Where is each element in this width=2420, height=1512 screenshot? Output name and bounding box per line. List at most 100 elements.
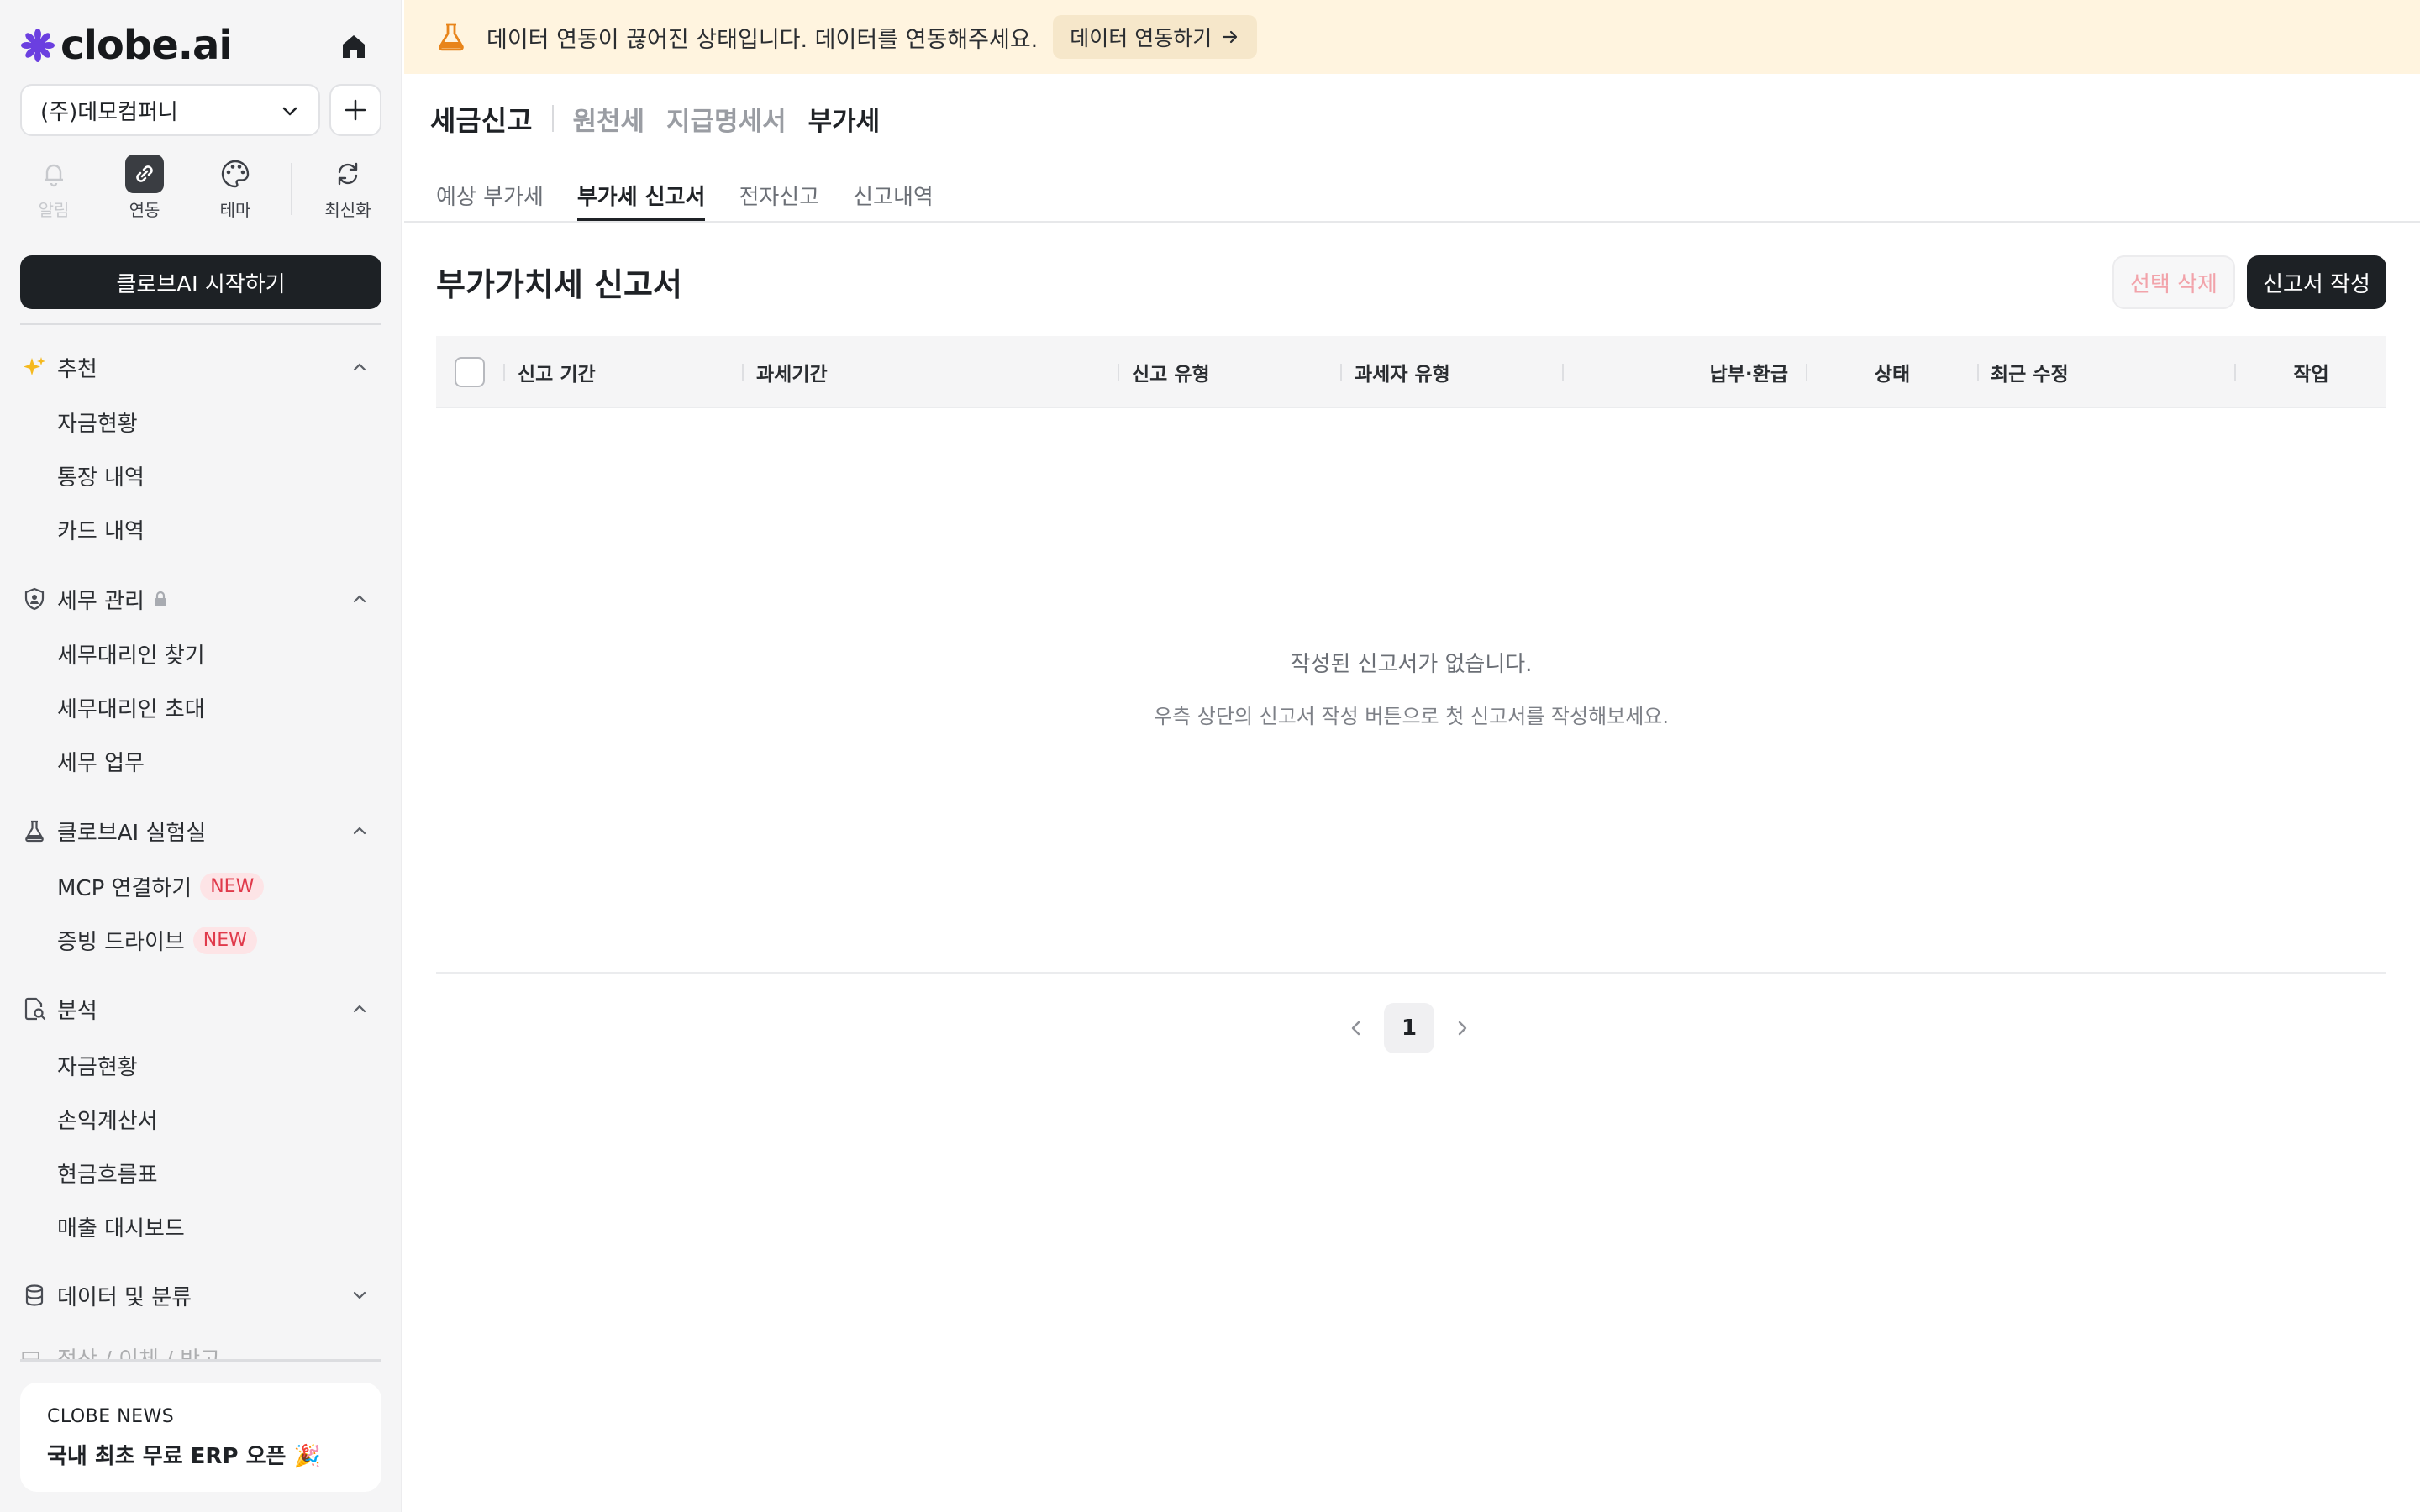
column-status[interactable]: 상태 bbox=[1807, 336, 1977, 408]
column-divider bbox=[1977, 364, 1979, 381]
quick-actions: 알림 연동 테마 최신화 bbox=[20, 155, 381, 222]
column-last-modified[interactable]: 최근 수정 bbox=[1991, 336, 2069, 408]
main-content: 데이터 연동이 끊어진 상태입니다. 데이터를 연동해주세요. 데이터 연동하기… bbox=[404, 0, 2420, 1512]
column-payment-refund[interactable]: 납부·환급 bbox=[1565, 336, 1788, 408]
chevron-up-icon bbox=[353, 1005, 366, 1013]
sidebar-divider bbox=[20, 1359, 381, 1362]
quick-refresh[interactable]: 최신화 bbox=[314, 155, 381, 221]
section-analysis[interactable]: 분석 bbox=[20, 988, 381, 1030]
nav-item-fund-status[interactable]: 자금현황 bbox=[57, 401, 138, 443]
column-filing-type[interactable]: 신고 유형 bbox=[1132, 336, 1210, 408]
news-title: 국내 최초 무료 ERP 오픈 🎉 bbox=[47, 1444, 321, 1469]
tab-filing-history[interactable]: 신고내역 bbox=[853, 165, 934, 222]
refresh-icon bbox=[329, 155, 367, 193]
quick-label: 연동 bbox=[129, 200, 160, 220]
breadcrumb: 세금신고 원천세 지급명세서 부가세 bbox=[430, 97, 902, 139]
empty-state: 작성된 신고서가 없습니다. 우측 상단의 신고서 작성 버튼으로 첫 신고서를… bbox=[436, 647, 2386, 729]
delete-selected-button[interactable]: 선택 삭제 bbox=[2112, 255, 2235, 309]
link-icon bbox=[125, 155, 164, 193]
chevron-right-icon[interactable] bbox=[1449, 1016, 1475, 1041]
nav-item-card-history[interactable]: 카드 내역 bbox=[57, 508, 145, 550]
tab-bar: 예상 부가세 부가세 신고서 전자신고 신고내역 bbox=[436, 165, 967, 222]
breadcrumb-root[interactable]: 세금신고 bbox=[430, 98, 532, 139]
quick-label: 알림 bbox=[38, 200, 70, 220]
flask-icon bbox=[20, 816, 49, 845]
palette-icon bbox=[216, 155, 255, 193]
tab-e-filing[interactable]: 전자신고 bbox=[739, 165, 819, 222]
breadcrumb-payment-statement[interactable]: 지급명세서 bbox=[666, 100, 786, 138]
sidebar-divider bbox=[20, 323, 381, 325]
section-recommend[interactable]: 추천 bbox=[20, 346, 381, 388]
breadcrumb-withholding-tax[interactable]: 원천세 bbox=[572, 100, 644, 138]
transfer-icon: ▭ bbox=[20, 1342, 41, 1359]
chevron-up-icon bbox=[353, 363, 366, 371]
column-taxpayer-type[interactable]: 과세자 유형 bbox=[1355, 336, 1450, 408]
nav-item-label: 증빙 드라이브 bbox=[57, 929, 185, 955]
section-title: 분석 bbox=[57, 998, 97, 1024]
quick-theme[interactable]: 테마 bbox=[202, 155, 269, 221]
add-company-button[interactable] bbox=[329, 84, 381, 136]
nav-item-faded[interactable]: ▭ 정산 / 이체 / 반고 bbox=[20, 1342, 381, 1359]
empty-description: 우측 상단의 신고서 작성 버튼으로 첫 신고서를 작성해보세요. bbox=[1153, 705, 1670, 728]
disconnect-banner: 데이터 연동이 끊어진 상태입니다. 데이터를 연동해주세요. 데이터 연동하기 bbox=[404, 0, 2420, 74]
lock-icon bbox=[154, 591, 166, 606]
banner-message: 데이터 연동이 끊어진 상태입니다. 데이터를 연동해주세요. bbox=[487, 26, 1039, 53]
tab-expected-vat[interactable]: 예상 부가세 bbox=[436, 165, 544, 222]
plus-icon bbox=[345, 99, 366, 121]
home-icon[interactable] bbox=[336, 29, 371, 64]
quick-integration[interactable]: 연동 bbox=[111, 155, 178, 221]
column-divider bbox=[503, 364, 505, 381]
chevron-up-icon bbox=[353, 595, 366, 603]
select-all-checkbox[interactable] bbox=[455, 357, 485, 387]
quick-notifications[interactable]: 알림 bbox=[20, 155, 87, 221]
logo-text: clobe.ai bbox=[60, 22, 233, 69]
nav-item-bank-history[interactable]: 통장 내역 bbox=[57, 454, 145, 496]
sparkle-icon bbox=[20, 353, 49, 381]
empty-title: 작성된 신고서가 없습니다. bbox=[1290, 652, 1533, 677]
chevron-down-icon bbox=[353, 1291, 366, 1299]
nav-item-income-statement[interactable]: 손익계산서 bbox=[57, 1098, 158, 1140]
nav-item-find-tax-agent[interactable]: 세무대리인 찾기 bbox=[57, 633, 205, 675]
bell-icon bbox=[34, 155, 73, 193]
quick-label: 최신화 bbox=[324, 200, 371, 220]
connect-data-button[interactable]: 데이터 연동하기 bbox=[1053, 15, 1258, 59]
section-ai-lab[interactable]: 클로브AI 실험실 bbox=[20, 810, 381, 852]
tab-vat-return[interactable]: 부가세 신고서 bbox=[576, 165, 705, 222]
new-badge: NEW bbox=[192, 926, 257, 954]
chevron-down-icon bbox=[282, 107, 297, 116]
section-title: 데이터 및 분류 bbox=[57, 1284, 192, 1310]
button-label: 데이터 연동하기 bbox=[1070, 26, 1213, 50]
page-number-current[interactable]: 1 bbox=[1384, 1003, 1434, 1053]
breadcrumb-vat[interactable]: 부가세 bbox=[808, 100, 881, 138]
nav-item-sales-dashboard[interactable]: 매출 대시보드 bbox=[57, 1205, 185, 1247]
nav-item-evidence-drive[interactable]: 증빙 드라이브 NEW bbox=[57, 919, 257, 961]
start-clobe-ai-button[interactable]: 클로브AI 시작하기 bbox=[20, 255, 381, 309]
shield-icon bbox=[20, 585, 49, 613]
news-card[interactable]: CLOBE NEWS 국내 최초 무료 ERP 오픈 🎉 bbox=[20, 1383, 381, 1492]
breadcrumb-divider bbox=[552, 105, 555, 132]
company-select[interactable]: (주)데모컴퍼니 bbox=[20, 84, 320, 136]
column-divider bbox=[1118, 364, 1119, 381]
logo[interactable]: clobe.ai bbox=[20, 22, 233, 69]
create-return-button[interactable]: 신고서 작성 bbox=[2247, 255, 2386, 309]
quick-divider bbox=[291, 163, 292, 215]
nav-item-tax-work[interactable]: 세무 업무 bbox=[57, 740, 145, 782]
quick-label: 테마 bbox=[219, 200, 251, 220]
section-title: 세무 관리 bbox=[57, 588, 145, 614]
section-tax-management[interactable]: 세무 관리 bbox=[20, 578, 381, 620]
page-title: 부가가치세 신고서 bbox=[436, 266, 682, 303]
section-data-classification[interactable]: 데이터 및 분류 bbox=[20, 1274, 381, 1316]
column-divider bbox=[742, 364, 744, 381]
nav-item-cash-flow[interactable]: 현금흐름표 bbox=[57, 1152, 158, 1194]
column-actions: 작업 bbox=[2293, 364, 2329, 386]
chevron-left-icon[interactable] bbox=[1344, 1016, 1369, 1041]
column-filing-period[interactable]: 신고 기간 bbox=[518, 336, 596, 408]
document-search-icon bbox=[20, 995, 49, 1023]
nav-item-mcp-connect[interactable]: MCP 연결하기 NEW bbox=[57, 865, 265, 907]
column-taxable-period[interactable]: 과세기간 bbox=[756, 336, 828, 408]
section-title: 추천 bbox=[57, 356, 97, 382]
nav-item-analysis-fund-status[interactable]: 자금현황 bbox=[57, 1044, 138, 1086]
nav-item-label: 정산 / 이체 / 반고 bbox=[57, 1342, 220, 1359]
nav-item-invite-tax-agent[interactable]: 세무대리인 초대 bbox=[57, 686, 205, 728]
column-divider bbox=[1340, 364, 1342, 381]
